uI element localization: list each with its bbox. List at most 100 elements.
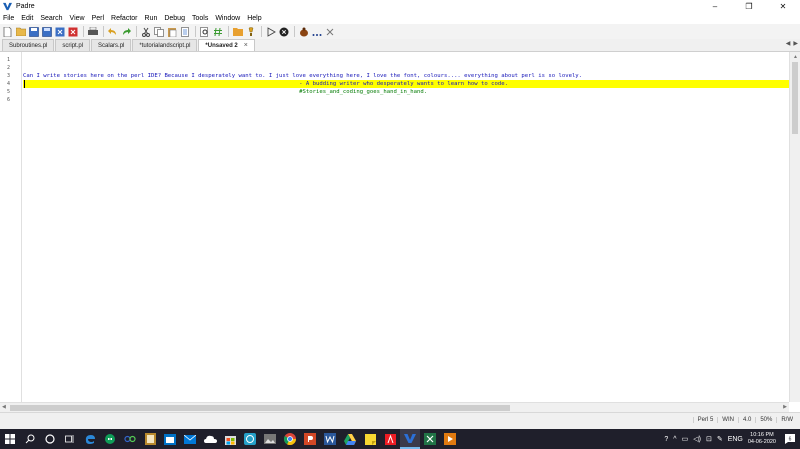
acrobat-icon[interactable] [380, 429, 400, 449]
horizontal-scroll-thumb[interactable] [10, 405, 510, 411]
window-controls: – ❐ ✕ [698, 0, 800, 13]
tab-label: script.pl [62, 42, 84, 49]
tab-unsaved-2[interactable]: *Unsaved 2 × [198, 39, 255, 51]
horizontal-scrollbar[interactable]: ◀ ▶ [0, 402, 789, 412]
powerpoint-icon[interactable] [300, 429, 320, 449]
tab-scalars[interactable]: Scalars.pl [91, 39, 132, 51]
link-icon[interactable] [120, 429, 140, 449]
close-all-icon[interactable] [67, 26, 78, 37]
tab-subroutines[interactable]: Subroutines.pl [2, 39, 55, 51]
search-icon[interactable] [20, 429, 40, 449]
word-icon[interactable] [320, 429, 340, 449]
status-mode: WIN [717, 417, 738, 423]
clear-icon[interactable] [324, 26, 335, 37]
save-icon[interactable] [28, 26, 39, 37]
cut-icon[interactable] [140, 26, 151, 37]
maximize-button[interactable]: ❐ [732, 0, 766, 13]
select-all-icon[interactable] [179, 26, 190, 37]
word-doc-icon[interactable] [140, 429, 160, 449]
toolbar-separator [103, 26, 104, 37]
code-text-area[interactable]: Can I write stories here on the perl IDE… [23, 52, 789, 402]
drive-icon[interactable] [340, 429, 360, 449]
code-line: Can I write stories here on the perl IDE… [23, 73, 583, 79]
tab-tutorialandscript[interactable]: *tutorialandscript.pl [132, 39, 198, 51]
paste-icon[interactable] [166, 26, 177, 37]
clock[interactable]: 10:16 PM 04-06-2020 [748, 432, 776, 446]
battery-icon[interactable]: ▭ [682, 435, 689, 443]
menu-window[interactable]: Window [215, 15, 240, 22]
notification-center-icon[interactable]: 6 [784, 433, 796, 445]
windows-start-icon[interactable] [0, 429, 20, 449]
status-language: Perl 5 [692, 417, 718, 423]
menu-run[interactable]: Run [145, 15, 158, 22]
open-folder-icon[interactable] [232, 26, 243, 37]
print-icon[interactable] [87, 26, 98, 37]
edge-icon[interactable] [80, 429, 100, 449]
find-icon[interactable] [199, 26, 210, 37]
save-all-icon[interactable] [41, 26, 52, 37]
tab-script[interactable]: script.pl [55, 39, 91, 51]
chrome-icon[interactable] [280, 429, 300, 449]
close-file-icon[interactable] [54, 26, 65, 37]
close-window-button[interactable]: ✕ [766, 0, 800, 13]
code-editor[interactable]: 1 2 3 4 5 6 Can I write stories here on … [0, 52, 800, 402]
menu-tools[interactable]: Tools [192, 15, 208, 22]
line-number: 1 [7, 57, 11, 63]
tab-close-icon[interactable]: × [244, 42, 248, 49]
bug-icon[interactable] [298, 26, 309, 37]
notification-count: 6 [789, 437, 792, 443]
mail-icon[interactable] [180, 429, 200, 449]
copy-icon[interactable] [153, 26, 164, 37]
volume-icon[interactable]: ◁) [693, 435, 701, 443]
tab-scroll-left-icon[interactable]: ◀ [786, 40, 791, 47]
tab-scroll-right-icon[interactable]: ▶ [793, 40, 798, 47]
undo-icon[interactable] [107, 26, 118, 37]
help-icon[interactable]: ? [664, 436, 668, 443]
store-icon[interactable] [220, 429, 240, 449]
photos-icon[interactable] [260, 429, 280, 449]
status-access: R/W [776, 417, 797, 423]
line-number: 3 [7, 73, 11, 79]
language-indicator[interactable]: ENG [728, 436, 743, 443]
vertical-scrollbar[interactable]: ▲ [789, 52, 800, 402]
vertical-scroll-thumb[interactable] [792, 62, 798, 134]
stop-icon[interactable] [278, 26, 289, 37]
padre-logo-icon [3, 2, 12, 11]
outlook-calendar-icon[interactable] [160, 429, 180, 449]
scroll-up-icon[interactable]: ▲ [790, 52, 800, 61]
scroll-right-icon[interactable]: ▶ [783, 404, 787, 410]
scroll-left-icon[interactable]: ◀ [2, 404, 6, 410]
padre-icon[interactable] [400, 429, 420, 449]
media-player-icon[interactable] [440, 429, 460, 449]
open-file-icon[interactable] [15, 26, 26, 37]
menu-edit[interactable]: Edit [21, 15, 33, 22]
comment-icon[interactable] [212, 26, 223, 37]
status-bar: Perl 5 WIN 4.0 50% R/W [0, 412, 800, 429]
menu-perl[interactable]: Perl [92, 15, 104, 22]
menu-bar: File Edit Search View Perl Refactor Run … [0, 13, 800, 24]
excel-icon[interactable] [420, 429, 440, 449]
tray-chevron-up-icon[interactable]: ^ [673, 436, 676, 443]
onedrive-icon[interactable] [200, 429, 220, 449]
new-file-icon[interactable] [2, 26, 13, 37]
debug-icon[interactable] [245, 26, 256, 37]
menu-debug[interactable]: Debug [164, 15, 185, 22]
menu-file[interactable]: File [3, 15, 14, 22]
pen-icon[interactable]: ✎ [717, 435, 723, 443]
network-icon[interactable]: ⊡ [706, 435, 712, 443]
menu-help[interactable]: Help [247, 15, 261, 22]
more-icon[interactable] [311, 26, 322, 37]
tab-label: Scalars.pl [98, 42, 125, 49]
whatsapp-icon[interactable] [240, 429, 260, 449]
run-icon[interactable] [265, 26, 276, 37]
redo-icon[interactable] [120, 26, 131, 37]
status-zoom: 50% [755, 417, 776, 423]
minimize-button[interactable]: – [698, 0, 732, 13]
task-view-icon[interactable] [60, 429, 80, 449]
menu-refactor[interactable]: Refactor [111, 15, 137, 22]
menu-view[interactable]: View [70, 15, 85, 22]
menu-search[interactable]: Search [40, 15, 62, 22]
sticky-notes-icon[interactable] [360, 429, 380, 449]
cortana-icon[interactable] [40, 429, 60, 449]
hangouts-icon[interactable] [100, 429, 120, 449]
